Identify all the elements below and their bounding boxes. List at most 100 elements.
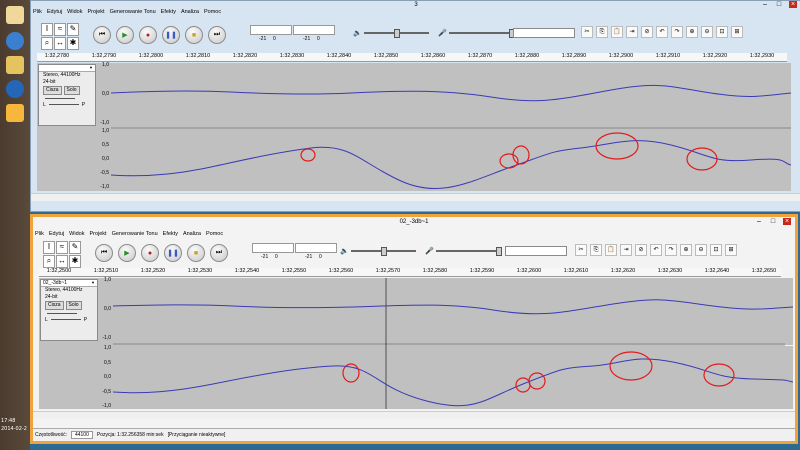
pause-button[interactable]: ❚❚	[164, 244, 182, 262]
timeline-ruler[interactable]: 1:32,2780 1:32,2790 1:32,2800 1:32,2810 …	[37, 53, 787, 62]
fit-project-icon[interactable]: ⊞	[725, 244, 737, 256]
select-tool-icon[interactable]: I	[41, 23, 53, 36]
menu-efekty[interactable]: Efekty	[161, 9, 176, 17]
paste-icon[interactable]: 📋	[605, 244, 617, 256]
track-name-menu[interactable]: 02_-3db~1	[41, 280, 97, 287]
record-button[interactable]: ●	[141, 244, 159, 262]
menu-generowanie[interactable]: Generowanie Tonu	[112, 231, 158, 239]
gain-slider[interactable]	[47, 313, 77, 314]
undo-icon[interactable]: ↶	[650, 244, 662, 256]
pan-slider[interactable]	[48, 104, 79, 106]
playback-meter[interactable]	[250, 25, 292, 35]
pause-button[interactable]: ❚❚	[162, 26, 180, 44]
close-icon[interactable]: ×	[783, 218, 791, 225]
firefox-icon[interactable]	[6, 80, 24, 98]
horizontal-scrollbar[interactable]	[31, 193, 800, 201]
trim-icon[interactable]: ⇥	[620, 244, 632, 256]
timeshift-tool-icon[interactable]: ↔	[54, 37, 66, 50]
close-icon[interactable]: ×	[789, 1, 797, 8]
mute-button[interactable]: Cisza	[45, 301, 64, 310]
menu-edytuj[interactable]: Edytuj	[47, 9, 62, 17]
menu-analiza[interactable]: Analiza	[183, 231, 201, 239]
track-name-menu[interactable]	[39, 65, 95, 72]
silence-icon[interactable]: ⊘	[641, 26, 653, 38]
record-meter[interactable]	[293, 25, 335, 35]
timeshift-tool-icon[interactable]: ↔	[56, 255, 68, 268]
audacity-taskbar-icon[interactable]	[6, 104, 24, 122]
minimize-icon[interactable]: –	[761, 1, 769, 8]
menu-pomoc[interactable]: Pomoc	[206, 231, 223, 239]
fit-selection-icon[interactable]: ⊡	[710, 244, 722, 256]
file-explorer-icon[interactable]	[6, 56, 24, 74]
undo-icon[interactable]: ↶	[656, 26, 668, 38]
stop-button[interactable]: ■	[185, 26, 203, 44]
cut-icon[interactable]: ✂	[575, 244, 587, 256]
rate-combo[interactable]: 44100	[70, 431, 93, 439]
menu-widok[interactable]: Widok	[69, 231, 84, 239]
pan-slider[interactable]	[50, 319, 81, 321]
copy-icon[interactable]: ⎘	[596, 26, 608, 38]
fit-selection-icon[interactable]: ⊡	[716, 26, 728, 38]
timeline-ruler[interactable]: 1:32,2500 1:32,2510 1:32,2520 1:32,2530 …	[39, 268, 781, 277]
envelope-tool-icon[interactable]: ≈	[54, 23, 66, 36]
record-volume-slider[interactable]	[448, 29, 515, 38]
solo-button[interactable]: Solo	[65, 301, 82, 310]
redo-icon[interactable]: ↷	[671, 26, 683, 38]
track-area[interactable]: 02_-3db~1 Stereo, 44100Hz 24-bit CiszaSo…	[39, 277, 793, 409]
skip-end-button[interactable]: ⏭	[210, 244, 228, 262]
gain-slider[interactable]	[45, 98, 75, 99]
skip-end-button[interactable]: ⏭	[208, 26, 226, 44]
track-area[interactable]: Stereo, 44100Hz 24-bit CiszaSolo L P 1,0 …	[37, 62, 791, 191]
record-meter[interactable]	[295, 243, 337, 253]
waveform-display[interactable]	[113, 278, 793, 409]
draw-tool-icon[interactable]: ✎	[67, 23, 79, 36]
record-volume-slider[interactable]	[435, 247, 502, 256]
menu-projekt[interactable]: Projekt	[89, 231, 106, 239]
zoom-in-icon[interactable]: ⊕	[686, 26, 698, 38]
recycle-bin-icon[interactable]	[6, 6, 24, 24]
copy-icon[interactable]: ⎘	[590, 244, 602, 256]
record-button[interactable]: ●	[139, 26, 157, 44]
paste-icon[interactable]: 📋	[611, 26, 623, 38]
menu-analiza[interactable]: Analiza	[181, 9, 199, 17]
zoom-out-icon[interactable]: ⊖	[695, 244, 707, 256]
menu-pomoc[interactable]: Pomoc	[204, 9, 221, 17]
zoom-tool-icon[interactable]: ⌕	[41, 37, 53, 50]
zoom-in-icon[interactable]: ⊕	[680, 244, 692, 256]
horizontal-scrollbar[interactable]	[33, 411, 795, 419]
menu-plik[interactable]: Plik	[33, 9, 42, 17]
playback-meter[interactable]	[252, 243, 294, 253]
maximize-icon[interactable]: □	[775, 1, 783, 8]
device-combo[interactable]	[513, 28, 575, 38]
draw-tool-icon[interactable]: ✎	[69, 241, 81, 254]
maximize-icon[interactable]: □	[769, 218, 777, 225]
fit-project-icon[interactable]: ⊞	[731, 26, 743, 38]
menu-efekty[interactable]: Efekty	[163, 231, 178, 239]
zoom-tool-icon[interactable]: ⌕	[43, 255, 55, 268]
internet-explorer-icon[interactable]	[6, 32, 24, 50]
mute-button[interactable]: Cisza	[43, 86, 62, 95]
envelope-tool-icon[interactable]: ≈	[56, 241, 68, 254]
minimize-icon[interactable]: –	[755, 218, 763, 225]
solo-button[interactable]: Solo	[63, 86, 80, 95]
multi-tool-icon[interactable]: ✱	[69, 255, 81, 268]
zoom-out-icon[interactable]: ⊖	[701, 26, 713, 38]
skip-start-button[interactable]: ⏮	[95, 244, 113, 262]
playback-volume-slider[interactable]	[350, 247, 416, 256]
menu-widok[interactable]: Widok	[67, 9, 82, 17]
playback-volume-slider[interactable]	[363, 29, 429, 38]
stop-button[interactable]: ■	[187, 244, 205, 262]
device-combo[interactable]	[505, 246, 567, 256]
multi-tool-icon[interactable]: ✱	[67, 37, 79, 50]
select-tool-icon[interactable]: I	[43, 241, 55, 254]
menu-projekt[interactable]: Projekt	[87, 9, 104, 17]
redo-icon[interactable]: ↷	[665, 244, 677, 256]
play-button[interactable]: ▶	[116, 26, 134, 44]
cut-icon[interactable]: ✂	[581, 26, 593, 38]
play-button[interactable]: ▶	[118, 244, 136, 262]
menu-edytuj[interactable]: Edytuj	[49, 231, 64, 239]
menu-generowanie[interactable]: Generowanie Tonu	[110, 9, 156, 17]
silence-icon[interactable]: ⊘	[635, 244, 647, 256]
skip-start-button[interactable]: ⏮	[93, 26, 111, 44]
waveform-display[interactable]	[111, 63, 791, 191]
